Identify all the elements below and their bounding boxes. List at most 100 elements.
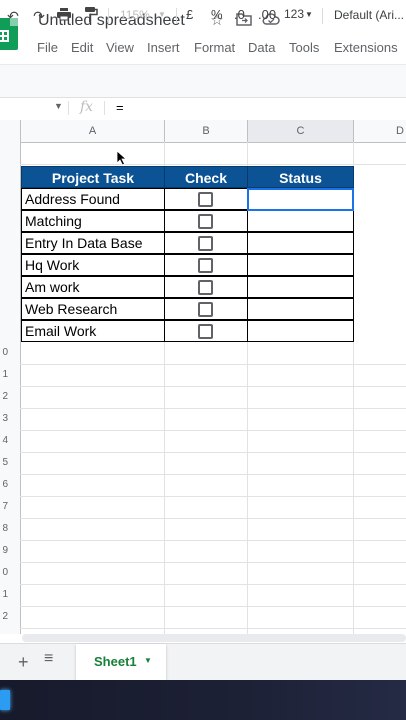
task-cell[interactable]: Matching bbox=[21, 210, 165, 232]
checkbox[interactable] bbox=[198, 236, 213, 251]
grid-line bbox=[20, 562, 406, 563]
toolbar bbox=[0, 64, 406, 97]
row-header[interactable]: 0 bbox=[0, 347, 8, 358]
grid-line bbox=[20, 496, 406, 497]
task-cell[interactable]: Web Research bbox=[21, 298, 165, 320]
redo-icon[interactable]: ↷ bbox=[29, 6, 49, 26]
column-header-b[interactable]: B bbox=[165, 120, 248, 142]
mouse-pointer-icon bbox=[116, 150, 128, 166]
sheet-tab-label[interactable]: Sheet1 bbox=[94, 654, 137, 669]
toolbar-divider bbox=[108, 8, 109, 24]
grid-line bbox=[20, 164, 406, 165]
row-header[interactable]: 9 bbox=[0, 545, 8, 556]
undo-icon[interactable]: ↶ bbox=[3, 6, 23, 26]
check-cell[interactable] bbox=[164, 276, 248, 298]
formula-bar-divider bbox=[104, 101, 105, 115]
check-cell[interactable] bbox=[164, 188, 248, 210]
checkbox[interactable] bbox=[198, 258, 213, 273]
toolbar-divider bbox=[322, 8, 323, 24]
status-cell[interactable] bbox=[247, 320, 354, 342]
status-cell[interactable] bbox=[247, 276, 354, 298]
task-cell[interactable]: Am work bbox=[21, 276, 165, 298]
row-header[interactable]: 2 bbox=[0, 391, 8, 402]
menu-tools[interactable]: Tools bbox=[289, 40, 319, 55]
checkbox[interactable] bbox=[198, 324, 213, 339]
row-header[interactable]: 2 bbox=[0, 611, 8, 622]
grid-line bbox=[20, 628, 406, 629]
column-header-c[interactable]: C bbox=[248, 120, 354, 142]
status-cell[interactable] bbox=[247, 232, 354, 254]
os-taskbar bbox=[0, 680, 406, 720]
grid-line bbox=[20, 584, 406, 585]
row-header[interactable]: 5 bbox=[0, 457, 8, 468]
select-all-corner[interactable] bbox=[0, 120, 21, 142]
task-cell[interactable]: Hq Work bbox=[21, 254, 165, 276]
task-cell[interactable]: Email Work bbox=[21, 320, 165, 342]
format-currency-button[interactable]: £ bbox=[186, 7, 193, 22]
row-header[interactable]: 6 bbox=[0, 479, 8, 490]
active-cell-selection[interactable] bbox=[247, 188, 354, 211]
taskbar-app-icon[interactable] bbox=[0, 690, 10, 710]
grid-line bbox=[20, 474, 406, 475]
grid-line bbox=[20, 540, 406, 541]
font-family-select[interactable]: Default (Ari... bbox=[334, 8, 404, 22]
menu-file[interactable]: File bbox=[37, 40, 58, 55]
status-cell[interactable] bbox=[247, 254, 354, 276]
more-formats-dropdown-icon[interactable]: ▼ bbox=[305, 10, 313, 19]
check-cell[interactable] bbox=[164, 210, 248, 232]
checkbox[interactable] bbox=[198, 192, 213, 207]
add-sheet-icon[interactable]: + bbox=[18, 652, 29, 673]
sheet-tab-dropdown-icon[interactable]: ▼ bbox=[144, 656, 152, 665]
check-cell[interactable] bbox=[164, 298, 248, 320]
row-header[interactable]: 1 bbox=[0, 589, 8, 600]
print-icon[interactable] bbox=[54, 6, 74, 26]
name-box-dropdown-icon[interactable]: ▼ bbox=[54, 101, 63, 111]
menu-insert[interactable]: Insert bbox=[147, 40, 180, 55]
all-sheets-menu-icon[interactable]: ≡ bbox=[44, 650, 53, 668]
check-cell[interactable] bbox=[164, 232, 248, 254]
task-cell[interactable]: Address Found bbox=[21, 188, 165, 210]
more-formats-select[interactable]: 123 bbox=[284, 7, 304, 21]
grid-line bbox=[20, 452, 406, 453]
check-cell[interactable] bbox=[164, 320, 248, 342]
horizontal-scrollbar[interactable] bbox=[22, 634, 406, 642]
grid-line bbox=[20, 430, 406, 431]
status-cell[interactable] bbox=[247, 210, 354, 232]
checkbox[interactable] bbox=[198, 280, 213, 295]
formula-bar-divider bbox=[68, 101, 69, 115]
grid-line bbox=[20, 606, 406, 607]
status-cell[interactable] bbox=[247, 298, 354, 320]
decrease-decimal-button[interactable]: .0 bbox=[234, 7, 245, 22]
row-header[interactable]: 3 bbox=[0, 413, 8, 424]
toolbar-divider bbox=[176, 8, 177, 24]
menu-data[interactable]: Data bbox=[248, 40, 275, 55]
column-header-a[interactable]: A bbox=[21, 120, 165, 142]
menu-extensions[interactable]: Extensions bbox=[334, 40, 398, 55]
row-header[interactable]: 0 bbox=[0, 567, 8, 578]
row-header[interactable]: 4 bbox=[0, 435, 8, 446]
menu-edit[interactable]: Edit bbox=[71, 40, 93, 55]
grid-line bbox=[20, 364, 406, 365]
increase-decimal-button[interactable]: .00 bbox=[258, 7, 276, 22]
formula-input[interactable]: = bbox=[116, 100, 124, 115]
check-cell[interactable] bbox=[164, 254, 248, 276]
header-status[interactable]: Status bbox=[247, 166, 354, 188]
row-header[interactable]: 8 bbox=[0, 523, 8, 534]
grid-line bbox=[20, 408, 406, 409]
grid-line bbox=[20, 386, 406, 387]
fx-icon: fx bbox=[80, 99, 94, 115]
column-header-d[interactable]: D bbox=[354, 120, 406, 142]
checkbox[interactable] bbox=[198, 302, 213, 317]
zoom-select[interactable]: 115% bbox=[120, 8, 150, 22]
zoom-dropdown-icon[interactable]: ▼ bbox=[158, 10, 166, 19]
menu-format[interactable]: Format bbox=[194, 40, 235, 55]
row-header[interactable]: 7 bbox=[0, 501, 8, 512]
header-project-task[interactable]: Project Task bbox=[21, 166, 165, 188]
row-header[interactable]: 1 bbox=[0, 369, 8, 380]
menu-view[interactable]: View bbox=[106, 40, 134, 55]
paint-format-icon[interactable] bbox=[81, 6, 101, 26]
header-check[interactable]: Check bbox=[164, 166, 248, 188]
format-percent-button[interactable]: % bbox=[211, 7, 223, 22]
checkbox[interactable] bbox=[198, 214, 213, 229]
task-cell[interactable]: Entry In Data Base bbox=[21, 232, 165, 254]
